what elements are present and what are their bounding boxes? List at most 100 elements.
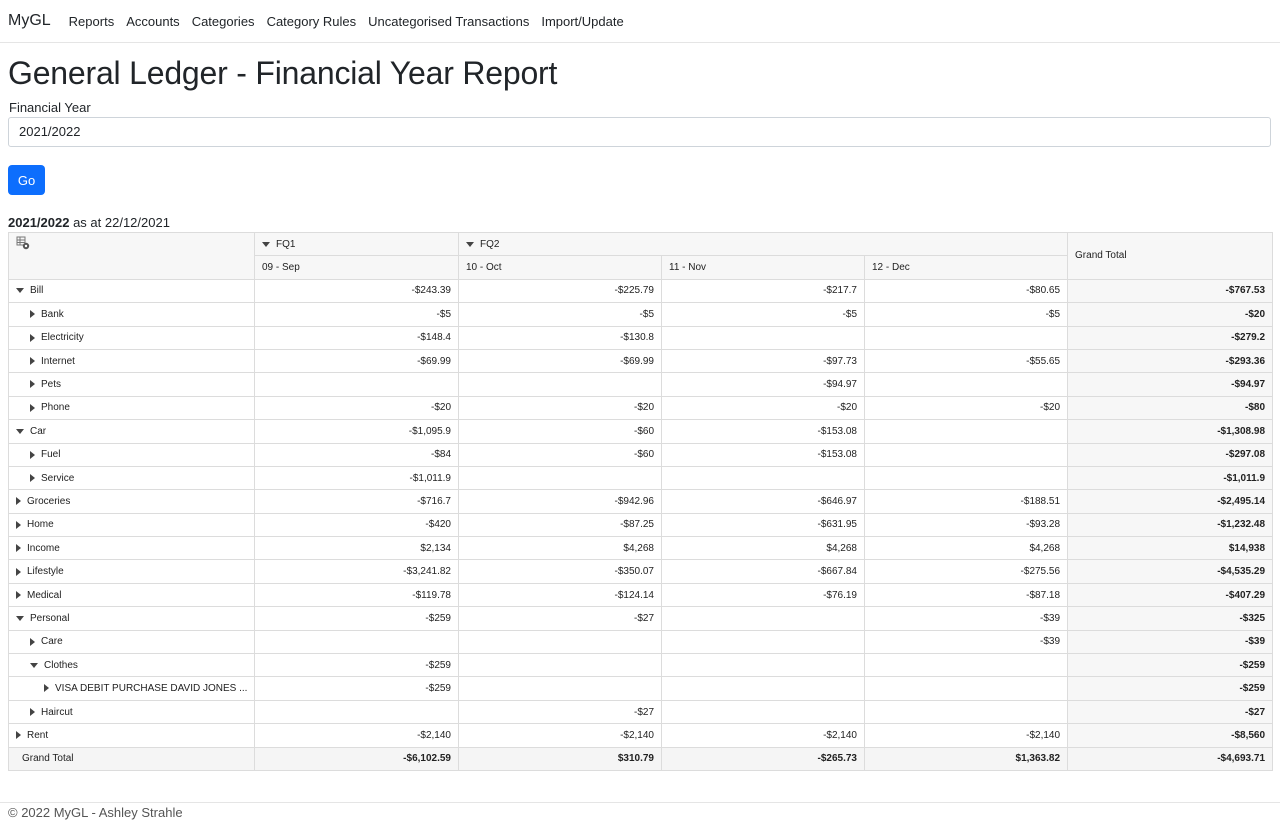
expand-icon[interactable]: [16, 590, 21, 599]
row-label-bank[interactable]: Bank: [8, 302, 255, 327]
value-cell[interactable]: [863, 676, 1069, 701]
value-cell[interactable]: -$2,140: [254, 723, 459, 748]
value-cell[interactable]: -$76.19: [661, 582, 865, 608]
value-cell[interactable]: [661, 676, 865, 701]
value-cell[interactable]: -$350.07: [458, 559, 662, 584]
expand-icon[interactable]: [30, 707, 35, 716]
value-cell[interactable]: -$243.39: [254, 278, 459, 304]
expand-icon[interactable]: [16, 497, 21, 506]
row-grand-total-cell[interactable]: -$279.2: [1067, 325, 1274, 350]
nav-link-uncategorised-transactions[interactable]: Uncategorised Transactions: [368, 14, 529, 29]
value-cell[interactable]: -$69.99: [458, 348, 662, 374]
value-cell[interactable]: -$87.25: [458, 512, 662, 538]
value-cell[interactable]: -$119.78: [254, 582, 459, 608]
value-cell[interactable]: -$60: [458, 419, 662, 444]
row-label-service[interactable]: Service: [8, 465, 255, 491]
value-cell[interactable]: -$631.95: [661, 512, 865, 538]
value-cell[interactable]: [661, 699, 865, 725]
row-grand-total-cell[interactable]: -$325: [1067, 606, 1274, 631]
value-cell[interactable]: -$5: [254, 302, 459, 327]
row-label-care[interactable]: Care: [8, 629, 255, 655]
expand-icon[interactable]: [16, 544, 21, 553]
row-label-phone[interactable]: Phone: [8, 395, 255, 421]
row-grand-total-cell[interactable]: -$259: [1067, 653, 1274, 678]
month-header[interactable]: 12 - Dec: [863, 255, 1069, 280]
row-label-personal[interactable]: Personal: [8, 606, 255, 631]
nav-link-categories[interactable]: Categories: [192, 14, 255, 29]
row-grand-total-cell[interactable]: -$27: [1067, 699, 1274, 725]
value-cell[interactable]: -$5: [458, 302, 662, 327]
value-cell[interactable]: -$87.18: [863, 582, 1069, 608]
value-cell[interactable]: -$20: [458, 395, 662, 421]
month-header[interactable]: 11 - Nov: [661, 255, 865, 280]
value-cell[interactable]: -$20: [254, 395, 459, 421]
expand-icon[interactable]: [30, 450, 35, 459]
overall-grand-total-cell[interactable]: -$4,693.71: [1067, 746, 1274, 771]
grand-total-cell[interactable]: $1,363.82: [863, 746, 1069, 771]
value-cell[interactable]: [863, 419, 1069, 444]
value-cell[interactable]: -$20: [661, 395, 865, 421]
pivot-field-list-icon[interactable]: [16, 236, 30, 250]
collapse-icon[interactable]: [16, 288, 24, 294]
value-cell[interactable]: -$259: [254, 606, 459, 631]
value-cell[interactable]: -$27: [458, 606, 662, 631]
expand-icon[interactable]: [30, 380, 35, 389]
row-label-internet[interactable]: Internet: [8, 348, 255, 374]
value-cell[interactable]: [863, 325, 1069, 350]
grand-total-cell[interactable]: $310.79: [458, 746, 662, 771]
value-cell[interactable]: $4,268: [661, 536, 865, 561]
grand-total-cell[interactable]: -$6,102.59: [254, 746, 459, 771]
expand-icon[interactable]: [30, 637, 35, 646]
nav-link-category-rules[interactable]: Category Rules: [267, 14, 357, 29]
value-cell[interactable]: -$55.65: [863, 348, 1069, 374]
quarter-header-fq2[interactable]: FQ2: [457, 231, 1069, 257]
row-grand-total-cell[interactable]: -$1,308.98: [1067, 419, 1274, 444]
value-cell[interactable]: -$130.8: [458, 325, 662, 350]
row-grand-total-cell[interactable]: -$39: [1067, 629, 1274, 655]
value-cell[interactable]: -$1,095.9: [254, 419, 459, 444]
row-grand-total-cell[interactable]: $14,938: [1067, 536, 1274, 561]
row-label-car[interactable]: Car: [8, 419, 255, 444]
value-cell[interactable]: $2,134: [254, 536, 459, 561]
row-grand-total-cell[interactable]: -$293.36: [1067, 348, 1274, 374]
value-cell[interactable]: [661, 465, 865, 491]
value-cell[interactable]: [254, 699, 459, 725]
row-label-medical[interactable]: Medical: [8, 582, 255, 608]
value-cell[interactable]: -$5: [661, 302, 865, 327]
value-cell[interactable]: -$420: [254, 512, 459, 538]
row-grand-total-cell[interactable]: -$80: [1067, 395, 1274, 421]
value-cell[interactable]: [863, 653, 1069, 678]
value-cell[interactable]: -$1,011.9: [254, 465, 459, 491]
expand-icon[interactable]: [30, 357, 35, 365]
row-label-income[interactable]: Income: [8, 536, 255, 561]
value-cell[interactable]: [863, 372, 1069, 397]
nav-link-import-update[interactable]: Import/Update: [541, 14, 623, 29]
value-cell[interactable]: [458, 465, 662, 491]
row-label-haircut[interactable]: Haircut: [8, 699, 255, 725]
collapse-icon[interactable]: [16, 428, 24, 434]
row-grand-total-cell[interactable]: -$2,495.14: [1067, 489, 1274, 514]
value-cell[interactable]: -$225.79: [458, 278, 662, 304]
row-grand-total-cell[interactable]: -$1,011.9: [1067, 465, 1274, 491]
value-cell[interactable]: $4,268: [458, 536, 662, 561]
row-grand-total-cell[interactable]: -$259: [1067, 676, 1274, 701]
row-label-fuel[interactable]: Fuel: [8, 442, 255, 467]
value-cell[interactable]: [863, 699, 1069, 725]
nav-link-reports[interactable]: Reports: [69, 14, 115, 29]
value-cell[interactable]: -$93.28: [863, 512, 1069, 538]
expand-icon[interactable]: [16, 567, 21, 576]
value-cell[interactable]: -$153.08: [661, 442, 865, 467]
collapse-icon[interactable]: [30, 662, 38, 668]
row-label-lifestyle[interactable]: Lifestyle: [8, 559, 255, 584]
value-cell[interactable]: -$2,140: [661, 723, 865, 748]
row-label-electricity[interactable]: Electricity: [8, 325, 255, 350]
value-cell[interactable]: -$5: [863, 302, 1069, 327]
month-header[interactable]: 10 - Oct: [458, 255, 662, 280]
row-label-bill[interactable]: Bill: [8, 278, 255, 304]
value-cell[interactable]: [661, 606, 865, 631]
value-cell[interactable]: [254, 372, 459, 397]
value-cell[interactable]: -$259: [254, 653, 459, 678]
expand-icon[interactable]: [30, 403, 35, 412]
quarter-header-fq1[interactable]: FQ1: [254, 231, 459, 257]
value-cell[interactable]: -$2,140: [863, 723, 1069, 748]
